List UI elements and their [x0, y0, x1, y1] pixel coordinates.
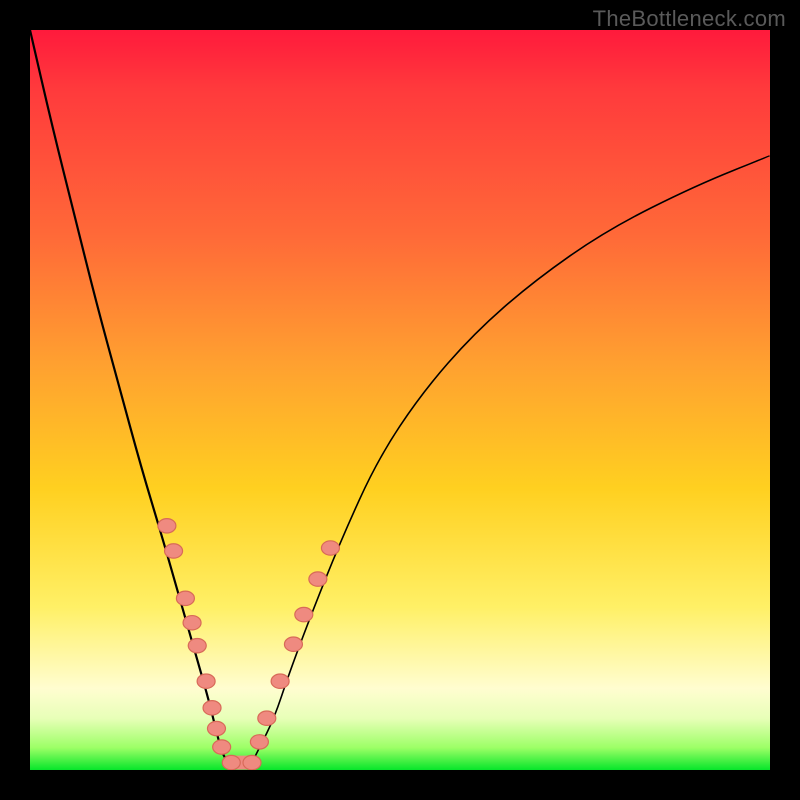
bead-marker: [203, 701, 221, 715]
bead-marker: [258, 711, 276, 725]
bead-marker: [158, 519, 176, 533]
watermark-text: TheBottleneck.com: [593, 6, 786, 32]
bead-marker: [271, 674, 289, 688]
bead-marker: [183, 616, 201, 630]
chart-frame: TheBottleneck.com: [0, 0, 800, 800]
bead-marker: [309, 572, 327, 586]
chart-svg: [30, 30, 770, 770]
bead-marker: [250, 735, 268, 749]
bead-marker: [197, 674, 215, 688]
bead-group: [158, 519, 340, 770]
bead-marker: [176, 591, 194, 605]
bead-marker: [188, 638, 206, 652]
bead-marker: [284, 637, 302, 651]
bead-marker: [295, 607, 313, 621]
bead-marker: [321, 541, 339, 555]
bead-marker: [222, 755, 240, 769]
plot-area: [30, 30, 770, 770]
bead-marker: [207, 721, 225, 735]
bead-marker: [213, 740, 231, 754]
right-branch-curve: [252, 156, 770, 763]
bead-marker: [165, 544, 183, 558]
bead-marker: [243, 755, 261, 769]
